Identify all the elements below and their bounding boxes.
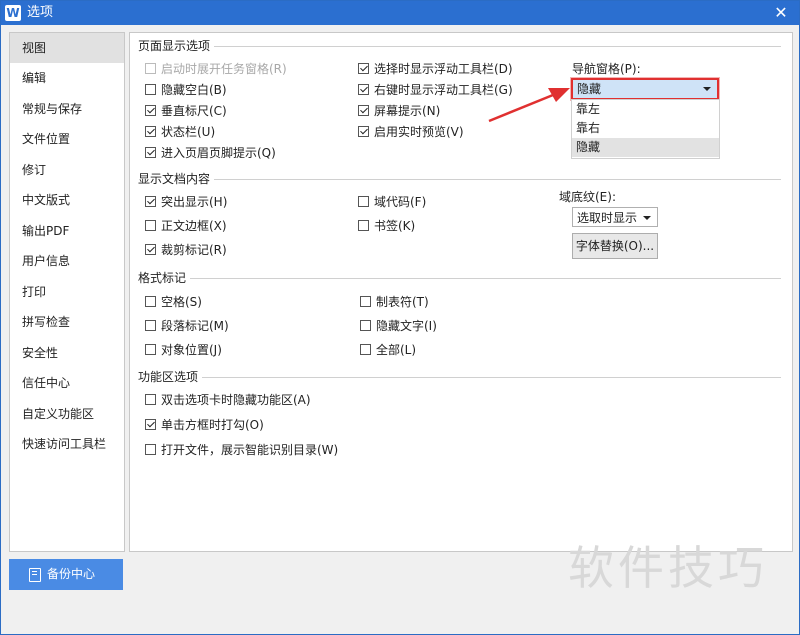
backup-center-button[interactable]: 备份中心: [9, 559, 123, 590]
checkbox-label: 单击方框时打勾(O): [161, 418, 264, 432]
checkbox-label: 隐藏文字(I): [376, 319, 437, 333]
sidebar-item-general-save[interactable]: 常规与保存: [10, 94, 124, 124]
checkbox-box[interactable]: [145, 196, 156, 207]
checkbox-box[interactable]: [145, 220, 156, 231]
backup-center-label: 备份中心: [47, 567, 96, 581]
checkbox-label: 突出显示(H): [161, 195, 228, 209]
section-divider: [138, 179, 781, 180]
checkbox-label: 全部(L): [376, 343, 417, 357]
watermark-text: 软件技巧: [568, 541, 768, 595]
sidebar-item-view[interactable]: 视图: [10, 33, 124, 63]
dialog-title: 选项: [27, 5, 54, 20]
checkbox-box[interactable]: [360, 344, 371, 355]
checkbox-label: 隐藏空白(B): [161, 83, 227, 97]
sidebar-item-chinese-layout[interactable]: 中文版式: [10, 185, 124, 215]
checkbox-box[interactable]: [360, 296, 371, 307]
checkbox-label: 选择时显示浮动工具栏(D): [374, 62, 513, 76]
nav-pane-value: 隐藏: [577, 82, 602, 96]
sidebar-item-edit[interactable]: 编辑: [10, 63, 124, 93]
doc-content-section-title: 显示文档内容: [138, 172, 215, 186]
section-divider: [138, 377, 781, 378]
nav-pane-label: 导航窗格(P):: [572, 62, 641, 76]
sidebar-item-security[interactable]: 安全性: [10, 338, 124, 368]
checkbox-box[interactable]: [145, 126, 156, 137]
checkbox-label: 进入页眉页脚提示(Q): [161, 146, 276, 160]
checkbox-label: 空格(S): [161, 295, 202, 309]
field-shading-select[interactable]: 选取时显示: [572, 207, 658, 227]
checkbox-box[interactable]: [145, 147, 156, 158]
section-divider: [138, 278, 781, 279]
checkbox-label: 域代码(F): [374, 195, 427, 209]
nav-pane-option-left[interactable]: 靠左: [572, 100, 719, 119]
checkbox-box[interactable]: [358, 84, 369, 95]
checkbox-label: 正文边框(X): [161, 219, 227, 233]
checkbox-label: 屏幕提示(N): [374, 104, 441, 118]
title-bar: W 选项 ✕: [1, 1, 799, 25]
backup-icon: [29, 568, 41, 582]
checkbox-label: 启用实时预览(V): [374, 125, 464, 139]
close-button[interactable]: ✕: [771, 3, 791, 23]
checkbox-label: 状态栏(U): [161, 125, 216, 139]
chevron-down-icon: [643, 216, 651, 220]
checkbox-box[interactable]: [145, 84, 156, 95]
checkbox-box[interactable]: [145, 444, 156, 455]
settings-sidebar: 视图 编辑 常规与保存 文件位置 修订 中文版式 输出PDF 用户信息 打印 拼…: [9, 32, 125, 552]
checkbox-box[interactable]: [358, 196, 369, 207]
format-marks-section-title: 格式标记: [138, 271, 191, 285]
checkbox-label: 对象位置(J): [161, 343, 222, 357]
checkbox-label: 双击选项卡时隐藏功能区(A): [161, 393, 311, 407]
checkbox-label: 打开文件，展示智能识别目录(W): [161, 443, 339, 457]
ribbon-section-title: 功能区选项: [138, 370, 203, 384]
sidebar-item-file-location[interactable]: 文件位置: [10, 124, 124, 154]
sidebar-item-print[interactable]: 打印: [10, 277, 124, 307]
checkbox-box[interactable]: [145, 296, 156, 307]
checkbox-box[interactable]: [358, 105, 369, 116]
nav-pane-option-right[interactable]: 靠右: [572, 119, 719, 138]
checkbox-box[interactable]: [145, 63, 156, 74]
sidebar-item-revision[interactable]: 修订: [10, 155, 124, 185]
checkbox-box[interactable]: [145, 344, 156, 355]
checkbox-box[interactable]: [358, 63, 369, 74]
field-shading-value: 选取时显示: [577, 211, 638, 225]
checkbox-label: 段落标记(M): [161, 319, 229, 333]
checkbox-label: 书签(K): [374, 219, 416, 233]
checkbox-box[interactable]: [145, 394, 156, 405]
sidebar-item-user-info[interactable]: 用户信息: [10, 246, 124, 276]
nav-pane-option-hidden[interactable]: 隐藏: [572, 138, 719, 157]
checkbox-box[interactable]: [145, 244, 156, 255]
checkbox-label: 右键时显示浮动工具栏(G): [374, 83, 513, 97]
checkbox-label: 裁剪标记(R): [161, 243, 227, 257]
sidebar-item-quick-access-toolbar[interactable]: 快速访问工具栏: [10, 429, 124, 459]
checkbox-label: 启动时展开任务窗格(R): [161, 62, 287, 76]
sidebar-item-export-pdf[interactable]: 输出PDF: [10, 216, 124, 246]
sidebar-item-trust-center[interactable]: 信任中心: [10, 368, 124, 398]
nav-pane-dropdown: 靠左 靠右 隐藏: [571, 99, 720, 159]
checkbox-box[interactable]: [145, 105, 156, 116]
checkbox-box[interactable]: [145, 419, 156, 430]
checkbox-label: 垂直标尺(C): [161, 104, 227, 118]
sidebar-item-spell-check[interactable]: 拼写检查: [10, 307, 124, 337]
font-replace-button[interactable]: 字体替换(O)...: [572, 233, 658, 259]
sidebar-item-customize-ribbon[interactable]: 自定义功能区: [10, 399, 124, 429]
section-divider: [138, 46, 781, 47]
checkbox-label: 制表符(T): [376, 295, 429, 309]
checkbox-box[interactable]: [145, 320, 156, 331]
checkbox-box[interactable]: [360, 320, 371, 331]
chevron-down-icon: [703, 87, 711, 91]
checkbox-box[interactable]: [358, 220, 369, 231]
page-display-section-title: 页面显示选项: [138, 39, 215, 53]
field-shading-label: 域底纹(E):: [559, 190, 616, 204]
checkbox-box[interactable]: [358, 126, 369, 137]
wps-writer-icon: W: [5, 5, 21, 21]
nav-pane-select[interactable]: 隐藏: [571, 78, 719, 100]
